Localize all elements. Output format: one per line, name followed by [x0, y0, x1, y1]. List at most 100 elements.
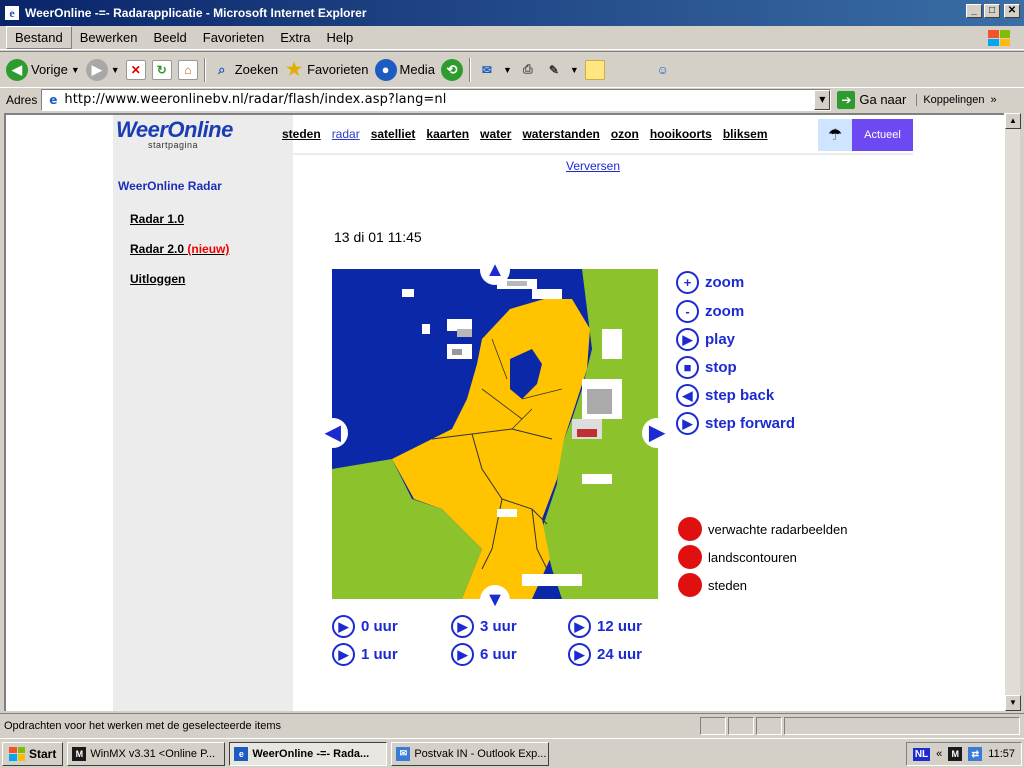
sidebar-link-radar-2[interactable]: Radar 2.0 (nieuw)	[130, 242, 229, 256]
actueel-button[interactable]: Actueel	[852, 119, 913, 151]
stop-button[interactable]: ■ stop	[676, 356, 737, 379]
toggle-country-outlines[interactable]: landscontouren	[678, 545, 797, 569]
address-bar: Adres e http://www.weeronlinebv.nl/radar…	[0, 87, 1024, 111]
network-icon[interactable]: ⇄	[968, 747, 983, 761]
scroll-up-icon[interactable]: ▲	[1005, 113, 1021, 129]
hour-button-12[interactable]: ▶ 12 uur	[568, 615, 642, 638]
umbrella-icon: ☂	[818, 119, 852, 151]
radar-timestamp: 13 di 01 11:45	[334, 229, 422, 245]
refresh-link[interactable]: Verversen	[566, 159, 620, 173]
history-icon[interactable]: ⟲	[440, 58, 463, 81]
pan-down-button[interactable]: ▼	[480, 585, 510, 615]
links-more-button[interactable]: »	[991, 94, 997, 106]
task-weeronline[interactable]: e WeerOnline -=- Rada...	[229, 741, 388, 766]
weeronline-logo[interactable]: WeerOnline startpagina	[116, 117, 233, 157]
zoom-in-button[interactable]: + zoom	[676, 271, 744, 294]
play-icon: ▶	[332, 643, 355, 666]
radar-map[interactable]: ▲ ▼ ◀ ▶	[318, 255, 672, 615]
search-icon: ⌕	[218, 61, 226, 77]
step-forward-button[interactable]: ▶ step forward	[676, 412, 795, 435]
favorites-button[interactable]: ★ Favorieten	[284, 59, 369, 80]
sidebar	[113, 115, 293, 711]
menu-help[interactable]: Help	[319, 27, 362, 48]
task-outlook[interactable]: ✉ Postvak IN - Outlook Exp...	[391, 741, 550, 766]
nav-radar[interactable]: radar	[332, 127, 360, 141]
menu-beeld[interactable]: Beeld	[146, 27, 195, 48]
edit-dropdown-icon[interactable]: ▼	[570, 65, 579, 75]
task-label: Postvak IN - Outlook Exp...	[414, 747, 547, 760]
language-indicator[interactable]: NL	[912, 747, 931, 761]
hour-button-6[interactable]: ▶ 6 uur	[451, 643, 517, 666]
nav-hooikoorts[interactable]: hooikoorts	[650, 127, 712, 141]
hour-label: 0 uur	[361, 618, 398, 635]
zoom-out-button[interactable]: - zoom	[676, 300, 744, 323]
actueel-box[interactable]: ☂ Actueel	[818, 119, 913, 151]
toggle-forecast[interactable]: verwachte radarbeelden	[678, 517, 847, 541]
winmx-tray-icon[interactable]: M	[948, 747, 963, 761]
maximize-button[interactable]: □	[984, 4, 1000, 18]
play-icon: ▶	[451, 615, 474, 638]
address-value[interactable]: http://www.weeronlinebv.nl/radar/flash/i…	[64, 92, 814, 107]
hour-button-1[interactable]: ▶ 1 uur	[332, 643, 398, 666]
media-button[interactable]: ● Media	[374, 58, 435, 81]
sidebar-link-label: Radar 2.0	[130, 242, 185, 256]
menu-extra[interactable]: Extra	[272, 27, 318, 48]
go-label: Ga naar	[859, 92, 907, 107]
hour-button-3[interactable]: ▶ 3 uur	[451, 615, 517, 638]
menu-favorieten[interactable]: Favorieten	[195, 27, 272, 48]
nav-bliksem[interactable]: bliksem	[723, 127, 768, 141]
refresh-icon[interactable]: ↻	[151, 59, 172, 80]
toggle-cities[interactable]: steden	[678, 573, 747, 597]
play-button[interactable]: ▶ play	[676, 328, 735, 351]
start-button[interactable]: Start	[2, 741, 64, 766]
mail-dropdown-icon[interactable]: ▼	[503, 65, 512, 75]
zoom-in-label: zoom	[705, 274, 745, 291]
search-button[interactable]: ⌕ Zoeken	[212, 60, 278, 80]
nav-kaarten[interactable]: kaarten	[426, 127, 469, 141]
nav-waterstanden[interactable]: waterstanden	[522, 127, 599, 141]
menu-bestand[interactable]: Bestand	[6, 26, 72, 49]
sidebar-link-radar-1[interactable]: Radar 1.0	[130, 212, 184, 226]
discuss-icon[interactable]	[584, 59, 605, 80]
pan-right-button[interactable]: ▶	[642, 418, 672, 448]
edit-icon[interactable]: ✎	[544, 60, 564, 80]
step-forward-icon: ▶	[676, 412, 699, 435]
go-button[interactable]: ➔ Ga naar	[837, 90, 907, 109]
hour-label: 24 uur	[597, 646, 643, 663]
address-input[interactable]: e http://www.weeronlinebv.nl/radar/flash…	[41, 88, 832, 111]
tray-expand-icon[interactable]: «	[936, 748, 942, 760]
messenger-icon[interactable]: ☺	[653, 60, 673, 80]
hour-button-24[interactable]: ▶ 24 uur	[568, 643, 642, 666]
links-label[interactable]: Koppelingen	[916, 93, 985, 106]
back-button[interactable]: ◀ Vorige ▼	[6, 58, 80, 81]
outlook-icon: ✉	[396, 746, 411, 761]
pan-left-button[interactable]: ◀	[318, 418, 348, 448]
scroll-down-icon[interactable]: ▼	[1005, 695, 1021, 711]
menu-bewerken[interactable]: Bewerken	[72, 27, 146, 48]
home-icon[interactable]: ⌂	[177, 59, 198, 80]
forward-button[interactable]: ▶ ▼	[85, 58, 120, 81]
radar-map-svg	[332, 269, 658, 599]
ie-icon: e	[4, 5, 20, 21]
windows-logo-icon	[9, 746, 25, 761]
close-button[interactable]: ✕	[1004, 4, 1020, 18]
nav-ozon[interactable]: ozon	[611, 127, 639, 141]
step-back-button[interactable]: ◀ step back	[676, 384, 774, 407]
minimize-button[interactable]: _	[966, 4, 982, 18]
stop-page-icon[interactable]: ✕	[125, 59, 146, 80]
nav-satelliet[interactable]: satelliet	[371, 127, 416, 141]
mail-icon[interactable]: ✉	[477, 60, 497, 80]
play-icon: ▶	[568, 643, 591, 666]
task-winmx[interactable]: M WinMX v3.31 <Online P...	[67, 741, 226, 766]
ie-icon: e	[234, 746, 249, 761]
sidebar-link-logout[interactable]: Uitloggen	[130, 272, 185, 286]
hour-button-0[interactable]: ▶ 0 uur	[332, 615, 398, 638]
address-dropdown-icon[interactable]: ▼	[814, 89, 831, 110]
pan-up-button[interactable]: ▲	[480, 255, 510, 285]
print-icon[interactable]: ⎙	[518, 60, 538, 80]
nav-water[interactable]: water	[480, 127, 511, 141]
play-label: play	[705, 331, 736, 348]
nav-steden[interactable]: steden	[282, 127, 321, 141]
vertical-scrollbar[interactable]: ▲ ▼	[1004, 113, 1021, 711]
nav-strip	[113, 153, 913, 155]
